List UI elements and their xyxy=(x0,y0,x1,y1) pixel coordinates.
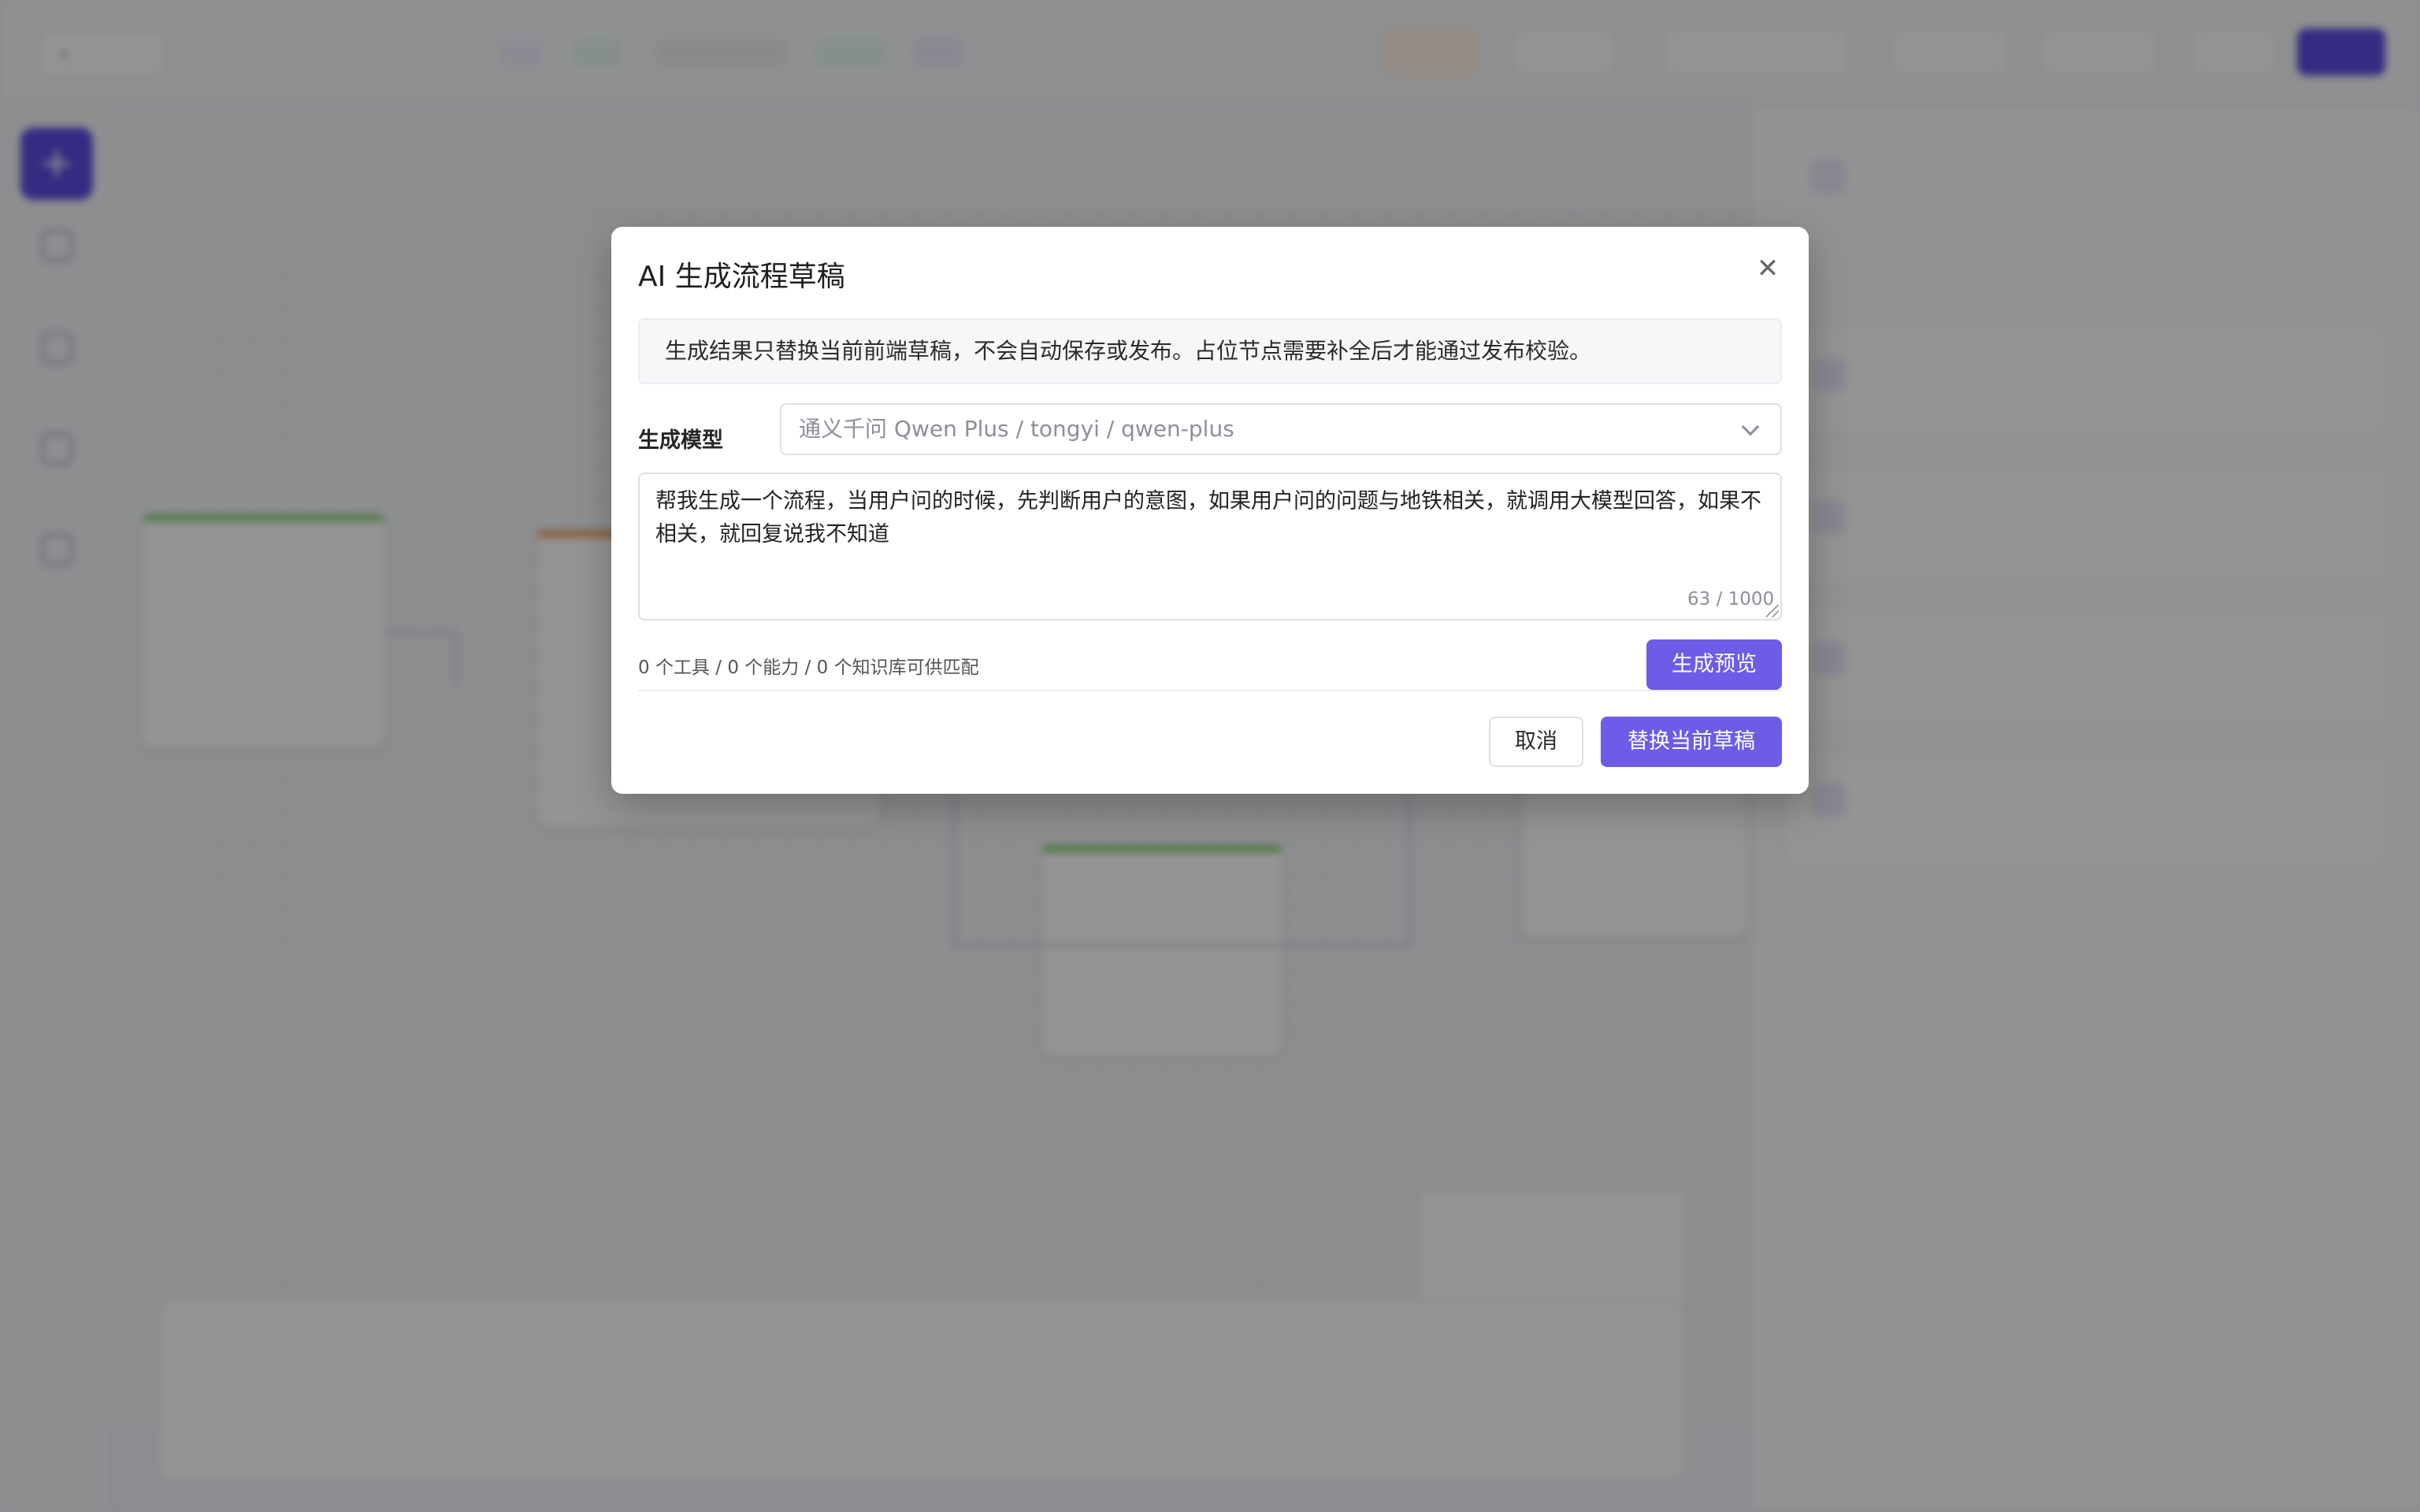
divider xyxy=(638,690,1782,691)
model-select[interactable]: 通义千问 Qwen Plus / tongyi / qwen-plus xyxy=(780,403,1782,455)
model-label: 生成模型 xyxy=(638,428,723,453)
generate-preview-button[interactable]: 生成预览 xyxy=(1646,639,1782,690)
char-counter: 63 / 1000 xyxy=(1687,589,1775,610)
notice-banner: 生成结果只替换当前前端草稿，不会自动保存或发布。占位节点需要补全后才能通过发布校… xyxy=(638,318,1782,384)
chevron-down-icon xyxy=(1741,417,1760,436)
cancel-button[interactable]: 取消 xyxy=(1489,717,1583,767)
dialog-title: AI 生成流程草稿 xyxy=(638,261,845,293)
resource-summary: 0 个工具 / 0 个能力 / 0 个知识库可供匹配 xyxy=(638,658,979,678)
model-select-value: 通义千问 Qwen Plus / tongyi / qwen-plus xyxy=(799,416,1234,442)
prompt-textarea[interactable]: 帮我生成一个流程，当用户问的时候，先判断用户的意图，如果用户问的问题与地铁相关，… xyxy=(638,472,1782,621)
replace-draft-button[interactable]: 替换当前草稿 xyxy=(1601,717,1782,767)
resize-handle-icon[interactable] xyxy=(1766,605,1779,617)
close-icon[interactable]: ✕ xyxy=(1749,250,1787,288)
ai-generate-dialog: AI 生成流程草稿 ✕ 生成结果只替换当前前端草稿，不会自动保存或发布。占位节点… xyxy=(611,227,1809,794)
